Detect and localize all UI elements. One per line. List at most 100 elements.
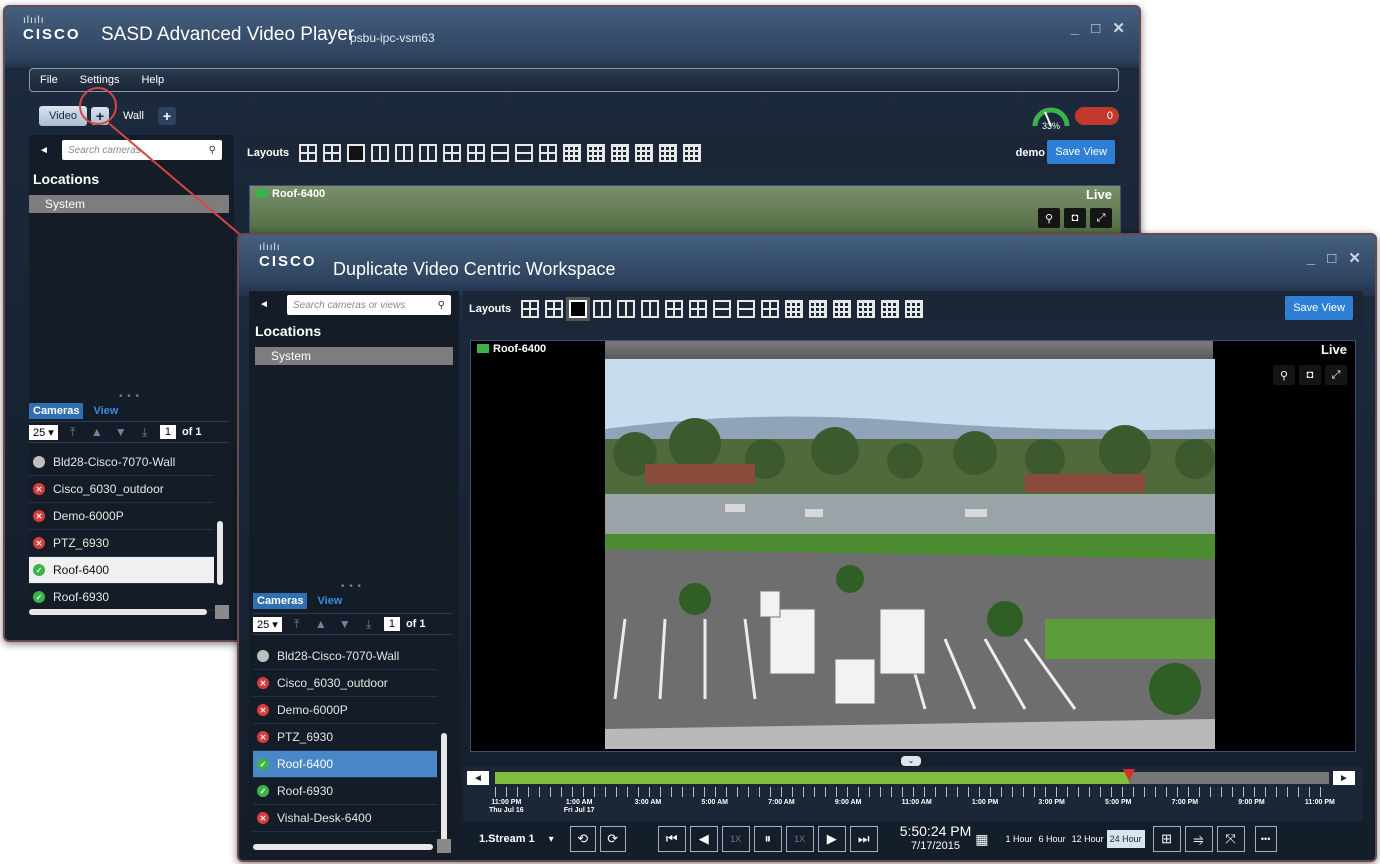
video-tile[interactable]: Roof-6400 Live ⚲ ◘ ⤢ bbox=[249, 185, 1121, 237]
zoom-icon[interactable]: ⚲ bbox=[1273, 365, 1295, 385]
page-size-select[interactable]: 25 ▾ bbox=[29, 424, 58, 440]
camera-list-hscrollbar[interactable] bbox=[29, 609, 207, 615]
menu-help[interactable]: Help bbox=[141, 74, 164, 86]
last-page-icon[interactable]: ⤓ bbox=[360, 617, 378, 632]
range-1-hour[interactable]: 1 Hour bbox=[1003, 830, 1036, 848]
sync-back-icon[interactable]: ⟲ bbox=[569, 826, 596, 852]
bookmark-icon[interactable]: ⥤ bbox=[1184, 826, 1213, 852]
layout-1-plus-3-icon[interactable] bbox=[323, 144, 342, 162]
camera-list-scrollbar[interactable] bbox=[441, 733, 447, 843]
step-back-button[interactable]: ◀ bbox=[689, 826, 718, 852]
collapse-panel-icon[interactable]: ◄ bbox=[259, 299, 269, 310]
layout-3-icon[interactable] bbox=[617, 300, 636, 318]
layout-4x4-b-icon[interactable] bbox=[635, 144, 654, 162]
expand-icon[interactable]: ⤢ bbox=[1090, 208, 1112, 228]
snapshot-icon[interactable]: ◘ bbox=[1299, 365, 1321, 385]
expand-icon[interactable]: ⤢ bbox=[1325, 365, 1347, 385]
layout-single-icon[interactable] bbox=[347, 144, 366, 162]
grid-view-icon[interactable]: ⊞ bbox=[1152, 826, 1181, 852]
tab-cameras[interactable]: Cameras bbox=[29, 403, 84, 419]
layout-2x2-icon[interactable] bbox=[761, 300, 780, 318]
layout-top-bottom-icon[interactable] bbox=[713, 300, 732, 318]
camera-list-item[interactable]: ✕ Vishal-Desk-6400 bbox=[253, 805, 437, 832]
layout-5x5-icon[interactable] bbox=[659, 144, 678, 162]
layout-1-plus-3-icon[interactable] bbox=[545, 300, 564, 318]
layout-4-col-icon[interactable] bbox=[641, 300, 660, 318]
layout-2x2-alt-icon[interactable] bbox=[467, 144, 486, 162]
camera-list-item[interactable]: ✓ Roof-6930 bbox=[253, 778, 437, 805]
skip-forward-button[interactable]: ⏭ bbox=[849, 826, 878, 852]
layout-4x4-icon[interactable] bbox=[611, 144, 630, 162]
calendar-icon[interactable]: ▦ bbox=[975, 831, 988, 848]
layout-4x4-b-icon[interactable] bbox=[857, 300, 876, 318]
camera-list-item[interactable]: ✓ Roof-6400 bbox=[29, 557, 214, 584]
layout-2-row-icon[interactable] bbox=[515, 144, 534, 162]
last-page-icon[interactable]: ⤓ bbox=[136, 425, 154, 440]
layout-2x2-alt-icon[interactable] bbox=[689, 300, 708, 318]
alert-count-badge[interactable]: 0 bbox=[1075, 107, 1119, 125]
save-view-button[interactable]: Save View bbox=[1047, 140, 1115, 164]
layout-top-bottom-icon[interactable] bbox=[491, 144, 510, 162]
layout-3x3-icon[interactable] bbox=[563, 144, 582, 162]
layout-3x3-b-icon[interactable] bbox=[587, 144, 606, 162]
snapshot-icon[interactable]: ◘ bbox=[1064, 208, 1086, 228]
page-number-input[interactable]: 1 bbox=[159, 425, 176, 439]
camera-list-item[interactable]: ✕ PTZ_6930 bbox=[253, 724, 437, 751]
first-page-icon[interactable]: ⤒ bbox=[288, 617, 306, 632]
range-24-hour[interactable]: 24 Hour bbox=[1106, 830, 1145, 848]
skip-back-button[interactable]: ⏮ bbox=[657, 826, 686, 852]
layout-2-icon[interactable] bbox=[371, 144, 390, 162]
camera-list-item[interactable]: Bld28-Cisco-7070-Wall bbox=[253, 643, 437, 670]
play-button[interactable]: ▶ bbox=[817, 826, 846, 852]
prev-page-icon[interactable]: ▲ bbox=[312, 617, 330, 631]
expand-timeline-icon[interactable]: ⌄ bbox=[901, 756, 921, 766]
tab-view[interactable]: View bbox=[313, 593, 346, 609]
camera-list-item[interactable]: ✕ PTZ_6930 bbox=[29, 530, 214, 557]
forward-speed-button[interactable]: 1X bbox=[785, 826, 814, 852]
layout-3x3-icon[interactable] bbox=[785, 300, 804, 318]
search-icon[interactable]: ⚲ bbox=[438, 300, 445, 311]
zoom-icon[interactable]: ⚲ bbox=[1038, 208, 1060, 228]
page-number-input[interactable]: 1 bbox=[383, 617, 400, 631]
layout-1-plus-5-icon[interactable] bbox=[521, 300, 540, 318]
menu-file[interactable]: File bbox=[40, 74, 58, 86]
camera-list-item[interactable]: ✓ Roof-6930 bbox=[29, 584, 214, 611]
layout-4-col-icon[interactable] bbox=[419, 144, 438, 162]
add-wall-workspace-button[interactable]: + bbox=[157, 107, 176, 125]
layout-1-plus-5-icon[interactable] bbox=[299, 144, 318, 162]
panel-splitter[interactable]: • • • bbox=[341, 581, 362, 592]
search-input[interactable]: Search cameras or views ⚲ bbox=[287, 295, 451, 315]
layout-mixed-icon[interactable] bbox=[443, 144, 462, 162]
window-controls[interactable]: _ □ ✕ bbox=[1307, 249, 1365, 267]
tab-view[interactable]: View bbox=[89, 403, 122, 419]
prev-page-icon[interactable]: ▲ bbox=[88, 425, 106, 439]
camera-list-item[interactable]: ✓ Roof-6400 bbox=[253, 751, 437, 778]
layout-2x2-icon[interactable] bbox=[539, 144, 558, 162]
range-6-hour[interactable]: 6 Hour bbox=[1036, 830, 1069, 848]
first-page-icon[interactable]: ⤒ bbox=[64, 425, 82, 440]
timeline-forward-icon[interactable]: ► bbox=[1333, 771, 1355, 785]
sync-forward-icon[interactable]: ⟳ bbox=[599, 826, 626, 852]
pause-button[interactable]: ⏸ bbox=[753, 826, 782, 852]
menu-settings[interactable]: Settings bbox=[80, 74, 120, 86]
page-size-select[interactable]: 25 ▾ bbox=[253, 616, 282, 632]
camera-list-scrollbar[interactable] bbox=[217, 521, 223, 585]
layout-3x3-b-icon[interactable] bbox=[809, 300, 828, 318]
layout-single-icon[interactable] bbox=[566, 297, 591, 321]
save-view-button[interactable]: Save View bbox=[1285, 296, 1353, 320]
camera-list-item[interactable]: ✕ Demo-6000P bbox=[253, 697, 437, 724]
next-page-icon[interactable]: ▼ bbox=[336, 617, 354, 631]
camera-list-item[interactable]: Bld28-Cisco-7070-Wall bbox=[29, 449, 214, 476]
camera-list-item[interactable]: ✕ Demo-6000P bbox=[29, 503, 214, 530]
window-controls[interactable]: _ □ ✕ bbox=[1071, 19, 1129, 37]
layout-4x4-icon[interactable] bbox=[833, 300, 852, 318]
tab-wall[interactable]: Wall bbox=[112, 106, 154, 126]
tab-cameras[interactable]: Cameras bbox=[253, 593, 308, 609]
next-page-icon[interactable]: ▼ bbox=[112, 425, 130, 439]
stream-select[interactable]: 1.Stream 1 bbox=[479, 833, 535, 845]
layout-2-icon[interactable] bbox=[593, 300, 612, 318]
collapse-panel-icon[interactable]: ◄ bbox=[39, 145, 49, 156]
reverse-speed-button[interactable]: 1X bbox=[721, 826, 750, 852]
more-options-icon[interactable]: ••• bbox=[1254, 826, 1277, 852]
camera-list-hscrollbar[interactable] bbox=[253, 844, 433, 850]
